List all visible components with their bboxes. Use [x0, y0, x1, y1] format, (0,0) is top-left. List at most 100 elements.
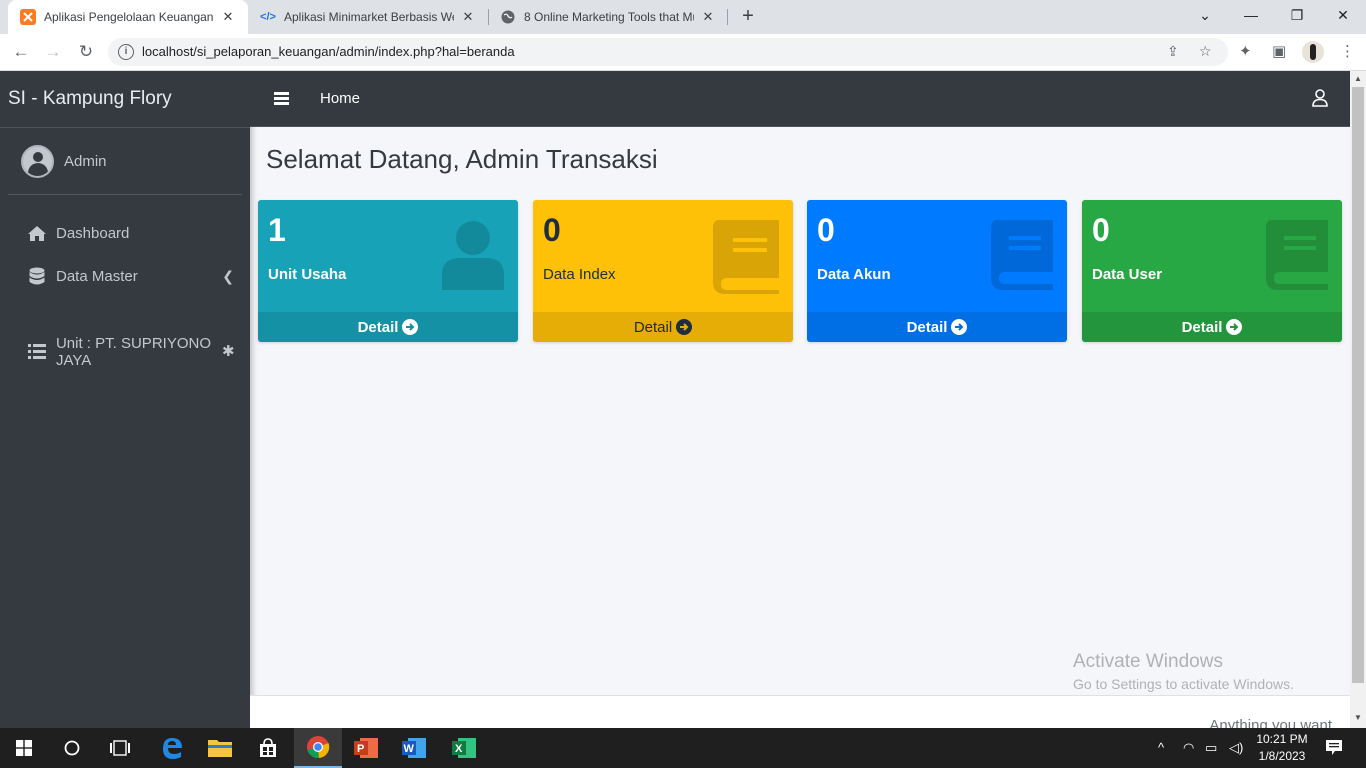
notifications-icon[interactable]: [1326, 740, 1342, 758]
main-sidebar: SI - Kampung Flory Admin Dashboard Data …: [0, 71, 250, 728]
windows-taskbar: P W X ^ ◠ ▭ ◁) 10:21 PM 1/8/2023: [0, 728, 1366, 768]
code-favicon-icon: </>: [260, 11, 276, 23]
excel-icon[interactable]: X: [440, 728, 488, 768]
clock-time: 10:21 PM: [1256, 732, 1308, 746]
info-box-data-user: 0 Data User Detail: [1082, 200, 1342, 342]
page-footer: Anything you want: [250, 695, 1350, 728]
arrow-circle-right-icon: [676, 319, 693, 335]
battery-icon[interactable]: ▭: [1205, 740, 1217, 756]
tab-search-icon[interactable]: ⌄: [1182, 0, 1228, 30]
browser-toolbar: ← → ↻ i localhost/si_pelaporan_keuangan/…: [0, 34, 1366, 71]
side-panel-icon[interactable]: ▣: [1272, 42, 1286, 60]
tab-online-marketing[interactable]: 8 Online Marketing Tools that Mu ✕: [488, 0, 728, 34]
powerpoint-icon[interactable]: P: [342, 728, 390, 768]
tab-aplikasi-minimarket[interactable]: </> Aplikasi Minimarket Berbasis Wel ✕: [248, 0, 488, 34]
box-label: Data User: [1092, 266, 1163, 283]
page-scrollbar[interactable]: ▲ ▼: [1350, 71, 1366, 728]
top-navbar: Home: [250, 71, 1350, 127]
sidebar-item-label: Unit : PT. SUPRIYONO JAYA: [55, 334, 211, 369]
forward-button[interactable]: →: [40, 39, 66, 65]
menu-spacer: [0, 298, 250, 330]
store-icon[interactable]: [244, 728, 292, 768]
user-panel: Admin: [8, 128, 242, 195]
box-label: Data Akun: [817, 266, 891, 283]
svg-text:W: W: [404, 743, 415, 755]
volume-icon[interactable]: ◁): [1229, 740, 1243, 756]
bookmark-star-icon[interactable]: ☆: [1199, 43, 1212, 60]
detail-link[interactable]: Detail: [533, 312, 793, 342]
system-clock[interactable]: 10:21 PM 1/8/2023: [1254, 731, 1310, 765]
detail-link[interactable]: Detail: [1082, 312, 1342, 342]
home-icon: [26, 225, 48, 242]
windows-start-icon[interactable]: [0, 728, 48, 768]
edge-icon[interactable]: [148, 728, 196, 768]
info-box-data-akun: 0 Data Akun Detail: [807, 200, 1067, 342]
detail-link[interactable]: Detail: [807, 312, 1067, 342]
arrow-circle-right-icon: [1226, 319, 1243, 335]
close-tab-icon[interactable]: ✕: [700, 9, 716, 25]
scroll-down-icon[interactable]: ▼: [1353, 713, 1363, 722]
tab-title: Aplikasi Pengelolaan Keuangan K: [44, 10, 214, 24]
info-box-data-index: 0 Data Index Detail: [533, 200, 793, 342]
url-text[interactable]: localhost/si_pelaporan_keuangan/admin/in…: [142, 44, 515, 59]
file-explorer-icon[interactable]: [196, 728, 244, 768]
back-button[interactable]: ←: [8, 39, 34, 65]
extensions-puzzle-icon[interactable]: ✦: [1239, 42, 1252, 60]
nav-home-link[interactable]: Home: [320, 90, 360, 107]
user-icon[interactable]: [1312, 89, 1328, 107]
detail-link[interactable]: Detail: [258, 312, 518, 342]
profile-avatar[interactable]: [1302, 41, 1324, 63]
close-tab-icon[interactable]: ✕: [460, 9, 476, 25]
database-icon: [26, 267, 48, 286]
arrow-circle-right-icon: [402, 319, 419, 335]
clock-date: 1/8/2023: [1258, 749, 1306, 763]
new-tab-button[interactable]: +: [736, 5, 760, 29]
brand-link[interactable]: SI - Kampung Flory: [0, 71, 250, 128]
task-view-icon[interactable]: [96, 728, 144, 768]
browser-menu-icon[interactable]: ⋮: [1340, 42, 1355, 60]
show-hidden-icons-icon[interactable]: ^: [1158, 740, 1164, 755]
box-value: 0: [1092, 212, 1110, 248]
sidebar-item-dashboard[interactable]: Dashboard: [0, 212, 250, 255]
search-icon[interactable]: [48, 728, 96, 768]
user-name[interactable]: Admin: [64, 153, 107, 170]
reload-button[interactable]: ↻: [73, 39, 99, 65]
tab-separator: [727, 9, 728, 25]
chrome-icon[interactable]: [294, 728, 342, 768]
svg-text:P: P: [357, 743, 364, 755]
box-label: Unit Usaha: [268, 266, 347, 283]
sidebar-menu: Dashboard Data Master ❮ Unit : PT. SUPRI…: [0, 195, 250, 373]
hamburger-menu-icon[interactable]: [274, 92, 289, 105]
minimize-button[interactable]: —: [1228, 0, 1274, 30]
share-icon[interactable]: ⇪: [1167, 43, 1179, 60]
close-window-button[interactable]: ✕: [1320, 0, 1366, 30]
close-tab-icon[interactable]: ✕: [220, 9, 236, 25]
sidebar-item-unit[interactable]: Unit : PT. SUPRIYONO JAYA ✱: [0, 330, 250, 373]
page-viewport: SI - Kampung Flory Admin Dashboard Data …: [0, 71, 1366, 728]
site-info-icon[interactable]: i: [118, 44, 134, 60]
wifi-icon[interactable]: ◠: [1183, 740, 1194, 756]
activate-windows-subtitle: Go to Settings to activate Windows.: [1073, 676, 1294, 692]
sidebar-item-label: Data Master: [56, 268, 138, 285]
scroll-up-icon[interactable]: ▲: [1353, 74, 1363, 83]
address-bar[interactable]: i localhost/si_pelaporan_keuangan/admin/…: [108, 38, 1228, 66]
globe-favicon-icon: [500, 9, 516, 25]
detail-label: Detail: [1181, 318, 1223, 336]
restore-button[interactable]: ❐: [1274, 0, 1320, 30]
box-value: 0: [817, 212, 835, 248]
book-icon: [991, 220, 1053, 295]
tab-title: Aplikasi Minimarket Berbasis Wel: [284, 10, 454, 24]
xampp-favicon-icon: [20, 9, 36, 25]
arrow-circle-right-icon: [951, 319, 968, 335]
tab-aplikasi-pengelolaan[interactable]: Aplikasi Pengelolaan Keuangan K ✕: [8, 0, 248, 34]
word-icon[interactable]: W: [390, 728, 438, 768]
page-title: Selamat Datang, Admin Transaksi: [266, 144, 658, 174]
tab-title: 8 Online Marketing Tools that Mu: [524, 10, 694, 24]
scrollbar-thumb[interactable]: [1352, 87, 1364, 683]
detail-label: Detail: [906, 318, 948, 336]
sidebar-item-data-master[interactable]: Data Master ❮: [0, 255, 250, 298]
user-avatar: [21, 144, 54, 178]
info-box-unit-usaha: 1 Unit Usaha Detail: [258, 200, 518, 342]
star-icon: ✱: [222, 343, 235, 360]
detail-label: Detail: [633, 318, 673, 336]
